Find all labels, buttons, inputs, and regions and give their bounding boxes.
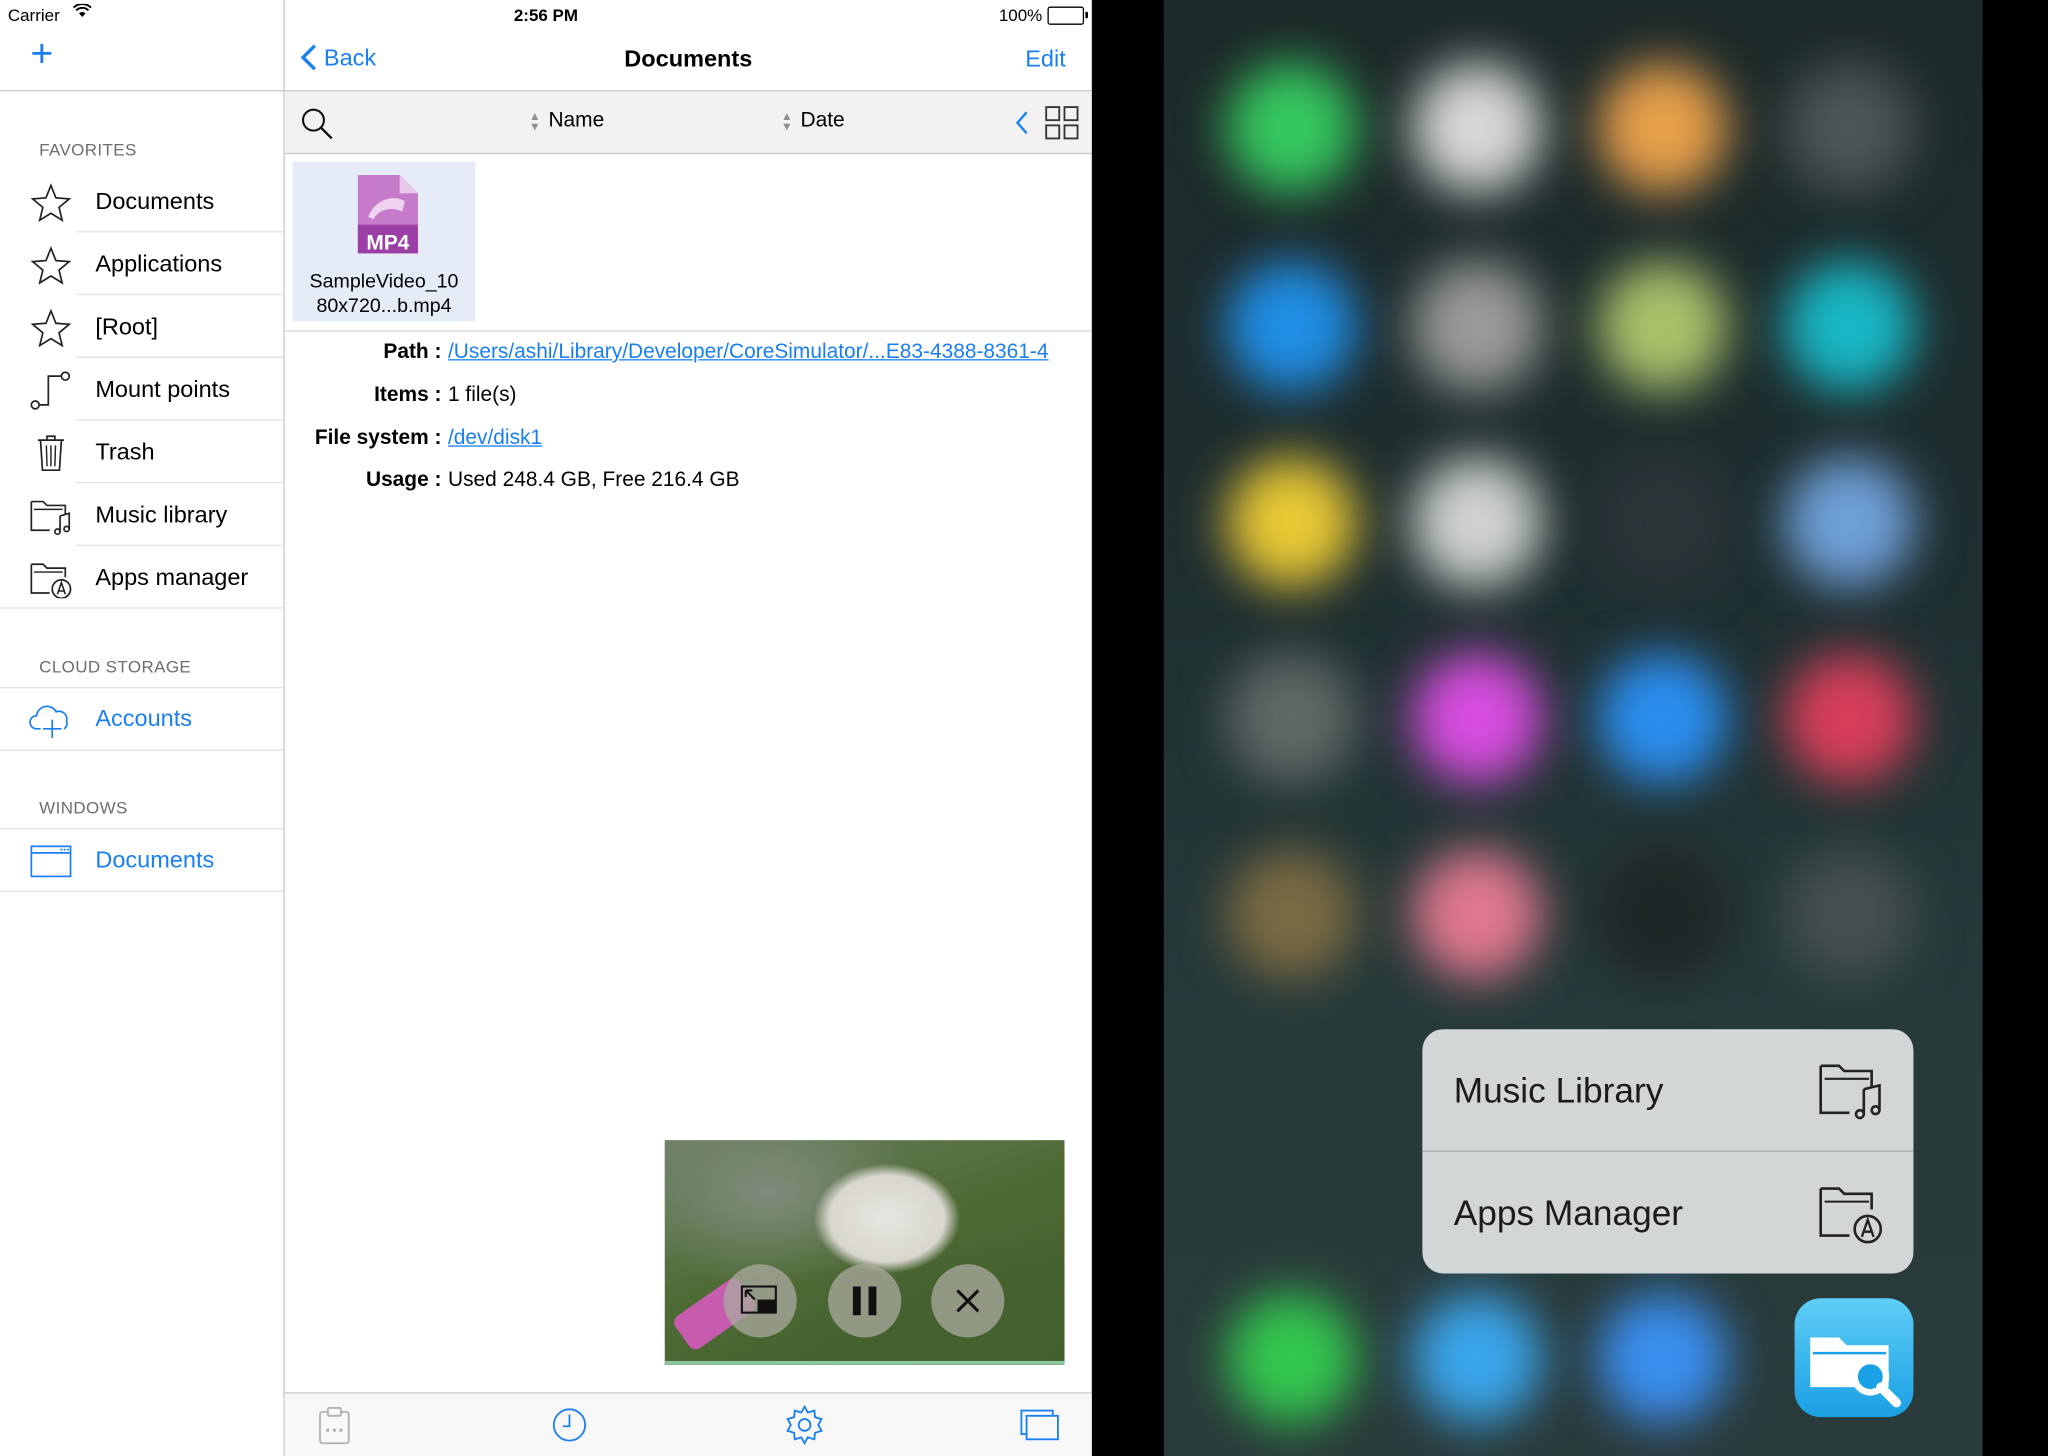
history-clock-icon[interactable] [549, 1404, 591, 1446]
windows-icon[interactable] [1019, 1404, 1061, 1446]
quick-action-label: Music Library [1453, 1071, 1664, 1111]
sidebar-item-label: [Root] [95, 313, 159, 340]
sidebar-item-label: Accounts [95, 705, 193, 732]
browser-toolbar: ▲ ▼ Name ▲ ▼ Date [284, 91, 1092, 155]
sidebar-item-label: Music library [95, 501, 228, 528]
edit-button[interactable]: Edit [1025, 46, 1066, 73]
info-items: Items : 1 file(s) [285, 384, 1092, 415]
restore-pip-icon [740, 1285, 777, 1314]
star-icon [30, 183, 72, 223]
sidebar-item-accounts[interactable]: Accounts [0, 687, 283, 750]
info-file-system: File system : /dev/disk1 [285, 427, 1092, 458]
sidebar-item-applications[interactable]: Applications [0, 232, 284, 296]
sidebar-item-trash[interactable]: Trash [0, 421, 284, 484]
usage-label: Usage : [365, 468, 442, 492]
path-link[interactable]: /Users/ashi/Library/Developer/CoreSimula… [448, 341, 1049, 365]
file-name: SampleVideo_10 80x720...b.mp4 [293, 269, 476, 319]
sort-arrows-icon: ▲ ▼ [528, 109, 541, 134]
sidebar-item-label: Trash [95, 438, 155, 465]
pause-icon [852, 1286, 877, 1316]
chevron-left-icon[interactable] [1014, 108, 1030, 137]
clipboard-icon[interactable] [313, 1404, 355, 1446]
music-folder-icon [30, 500, 71, 536]
file-system-label: File system : [314, 427, 442, 450]
close-pip-button[interactable] [931, 1264, 1005, 1338]
folder-search-icon [1810, 1337, 1902, 1408]
sidebar-item-label: Apps manager [95, 564, 249, 591]
sidebar-item-label: Documents [95, 846, 215, 873]
grid-view-icon[interactable] [1045, 106, 1079, 140]
sidebar-item-label: Mount points [95, 376, 230, 403]
items-label: Items : [374, 383, 442, 407]
info-path: Path : /Users/ashi/Library/Developer/Cor… [285, 341, 1092, 372]
usage-value: Used 248.4 GB, Free 216.4 GB [447, 468, 740, 492]
sidebar-item-mount-points[interactable]: Mount points [0, 358, 284, 421]
music-folder-icon [1819, 1064, 1881, 1120]
sort-name-label: Name [548, 109, 605, 132]
playback-progress [664, 1360, 1065, 1365]
cloud-add-icon [29, 705, 68, 738]
file-item[interactable]: MP4 SampleVideo_10 80x720...b.mp4 [292, 161, 476, 322]
add-icon[interactable]: + [26, 35, 57, 74]
sidebar-item-window-documents[interactable]: Documents [0, 828, 283, 891]
quick-actions-menu: Music Library Apps Manager [1422, 1029, 1914, 1274]
quick-action-apps-manager[interactable]: Apps Manager [1422, 1152, 1913, 1273]
section-favorites: FAVORITES [39, 139, 137, 160]
picture-in-picture-player[interactable] [664, 1140, 1065, 1365]
search-icon[interactable] [300, 107, 334, 141]
star-icon [30, 245, 72, 285]
sort-arrows-icon: ▲ ▼ [781, 109, 793, 134]
sidebar-item-documents[interactable]: Documents [0, 170, 284, 233]
quick-action-music-library[interactable]: Music Library [1422, 1029, 1913, 1150]
sidebar: + FAVORITES Documents Applications [Root… [0, 0, 285, 1456]
quick-action-label: Apps Manager [1453, 1193, 1684, 1233]
mount-points-icon [30, 371, 71, 410]
file-system-link[interactable]: /dev/disk1 [448, 427, 542, 451]
file-name-line2: 80x720...b.mp4 [316, 295, 452, 318]
apps-folder-icon [30, 563, 72, 599]
path-label: Path : [383, 340, 442, 364]
restore-pip-button[interactable] [723, 1264, 797, 1338]
file-manager-app-icon[interactable] [1794, 1298, 1914, 1418]
page-title: Documents [624, 45, 753, 72]
app-window: Carrier 2:56 PM 100% + FAVORITES Documen… [0, 0, 1092, 1456]
sort-by-name[interactable]: ▲ ▼ Name [529, 110, 604, 134]
items-value: 1 file(s) [447, 383, 517, 407]
star-icon [30, 308, 72, 348]
section-cloud-storage: CLOUD STORAGE [39, 656, 192, 677]
sort-by-date[interactable]: ▲ ▼ Date [781, 110, 845, 134]
navigation-bar: Back Documents Edit [284, 29, 1092, 92]
info-usage: Usage : Used 248.4 GB, Free 216.4 GB [285, 469, 1092, 500]
close-icon [956, 1289, 980, 1313]
sidebar-item-label: Documents [95, 188, 215, 215]
sidebar-item-label: Applications [95, 250, 223, 277]
pause-button[interactable] [828, 1264, 902, 1338]
file-type-badge: MP4 [366, 232, 410, 255]
bottom-toolbar [284, 1392, 1092, 1456]
sidebar-item-apps-manager[interactable]: Apps manager [0, 546, 283, 609]
file-name-line1: SampleVideo_10 [309, 270, 459, 293]
trash-icon [37, 435, 64, 472]
section-windows: WINDOWS [39, 798, 128, 818]
sidebar-item-root[interactable]: [Root] [0, 295, 284, 358]
gear-icon[interactable] [784, 1404, 826, 1446]
sort-date-label: Date [800, 109, 845, 132]
sidebar-item-music-library[interactable]: Music library [0, 483, 284, 546]
apps-folder-icon [1819, 1187, 1883, 1244]
window-icon [30, 845, 72, 878]
